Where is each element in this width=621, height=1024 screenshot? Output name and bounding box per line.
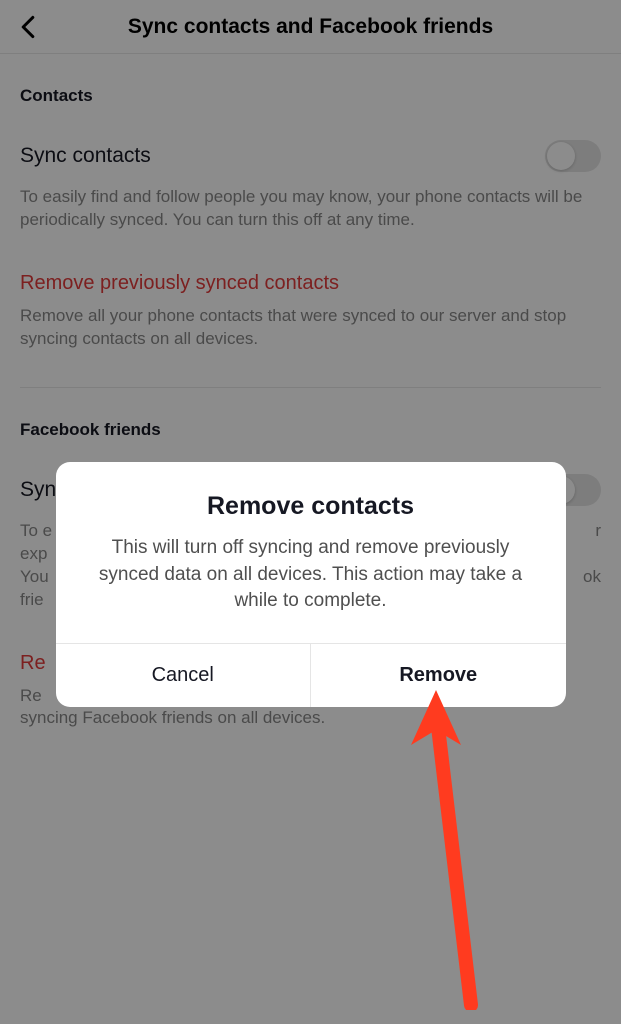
dialog-title: Remove contacts [56,462,566,521]
annotation-arrow-icon [396,690,496,1010]
remove-button[interactable]: Remove [311,644,566,707]
cancel-button[interactable]: Cancel [56,644,312,707]
modal-overlay[interactable]: Remove contacts This will turn off synci… [0,0,621,1024]
remove-contacts-dialog: Remove contacts This will turn off synci… [56,462,566,707]
dialog-buttons: Cancel Remove [56,643,566,707]
dialog-message: This will turn off syncing and remove pr… [56,521,566,643]
